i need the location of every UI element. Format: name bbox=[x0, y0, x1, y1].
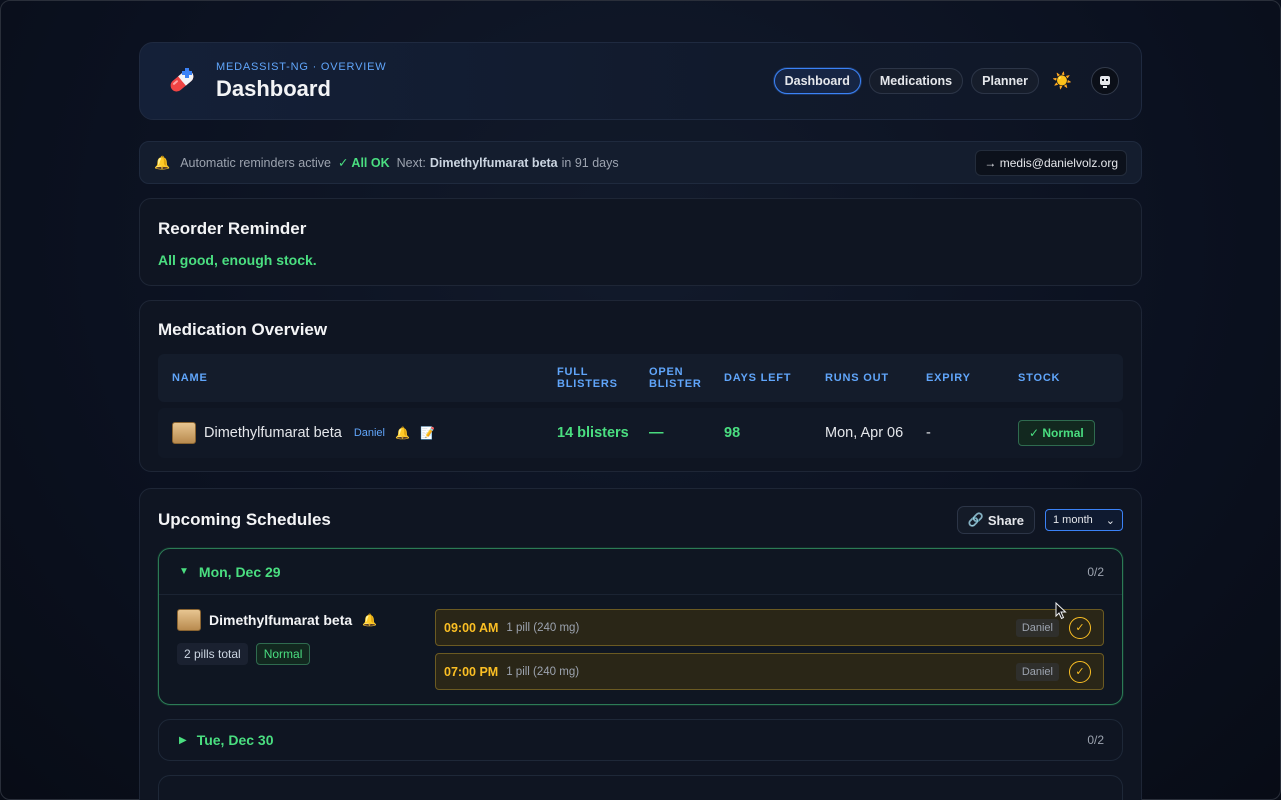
page-title: Dashboard bbox=[216, 75, 331, 101]
pill-pack-icon bbox=[177, 609, 201, 631]
sun-icon: ☀️ bbox=[1052, 73, 1072, 90]
reorder-message: All good, enough stock. bbox=[158, 252, 317, 268]
caret-right-icon: ▶ bbox=[179, 734, 187, 746]
nav-dashboard[interactable]: Dashboard bbox=[773, 68, 861, 94]
col-expiry: EXPIRY bbox=[926, 372, 971, 384]
next-label: Next: bbox=[396, 155, 426, 170]
edit-icon[interactable]: 📝 bbox=[420, 426, 435, 440]
col-stock: STOCK bbox=[1018, 372, 1061, 384]
col-runs-out: RUNS OUT bbox=[825, 372, 889, 384]
col-days-left: DAYS LEFT bbox=[724, 372, 792, 384]
schedule-med-name: Dimethylfumarat beta bbox=[209, 612, 353, 628]
col-name: NAME bbox=[172, 372, 208, 384]
upcoming-schedules-card: Upcoming Schedules 🔗 Share 1 month ⌄ ▼ M… bbox=[139, 488, 1142, 800]
reorder-title: Reorder Reminder bbox=[158, 219, 307, 238]
range-value: 1 month bbox=[1053, 514, 1093, 526]
reminder-label: Automatic reminders active bbox=[180, 155, 331, 170]
day-header-collapsed[interactable]: ▶ Tue, Dec 30 0/2 bbox=[158, 719, 1123, 761]
nav-planner[interactable]: Planner bbox=[971, 68, 1039, 94]
stock-badge: ✓ Normal bbox=[1018, 420, 1095, 446]
schedules-title: Upcoming Schedules bbox=[158, 510, 331, 529]
link-icon: 🔗 bbox=[967, 512, 984, 527]
check-circle-icon[interactable]: ✓ bbox=[1069, 660, 1091, 683]
app-header: MEDASSIST-NG · OVERVIEW Dashboard Dashbo… bbox=[139, 42, 1142, 120]
full-blisters-value: 14 blisters bbox=[557, 425, 629, 441]
pill-icon bbox=[162, 61, 202, 101]
status-badge: Normal bbox=[255, 643, 311, 665]
dose-person: Daniel bbox=[1015, 618, 1059, 637]
robot-avatar-icon[interactable] bbox=[1091, 67, 1119, 95]
day-count: 0/2 bbox=[1087, 564, 1104, 579]
bell-icon: 🔔 bbox=[362, 613, 378, 627]
open-blister-value: — bbox=[649, 425, 664, 441]
range-select[interactable]: 1 month ⌄ bbox=[1045, 509, 1123, 531]
expiry-value: - bbox=[926, 425, 931, 441]
email-chip[interactable]: → medis@danielvolz.org bbox=[975, 149, 1127, 176]
day-count: 0/2 bbox=[1087, 733, 1104, 747]
dose-person: Daniel bbox=[1015, 662, 1059, 681]
next-when: in 91 days bbox=[561, 155, 619, 170]
col-open-blister: OPEN BLISTER bbox=[649, 366, 702, 390]
main-nav: Dashboard Medications Planner ☀️ bbox=[773, 66, 1119, 96]
bell-icon: 🔔 bbox=[154, 154, 171, 170]
dose-time: 07:00 PM bbox=[444, 664, 499, 679]
reminder-status-bar: 🔔 Automatic reminders active ✓ All OK Ne… bbox=[139, 141, 1142, 184]
overview-title: Medication Overview bbox=[158, 320, 328, 339]
dose-item[interactable]: 07:00 PM 1 pill (240 mg) Daniel ✓ bbox=[435, 653, 1104, 690]
next-med-name: Dimethylfumarat beta bbox=[429, 155, 558, 170]
owner-label: Daniel bbox=[353, 427, 385, 439]
check-circle-icon[interactable]: ✓ bbox=[1069, 616, 1091, 639]
dose-detail: 1 pill (240 mg) bbox=[506, 665, 580, 678]
reorder-card: Reorder Reminder All good, enough stock. bbox=[139, 198, 1142, 286]
chevron-down-icon: ⌄ bbox=[1105, 514, 1115, 527]
med-name[interactable]: Dimethylfumarat beta bbox=[204, 425, 342, 441]
runs-out-value: Mon, Apr 06 bbox=[825, 425, 904, 441]
mouse-cursor-icon bbox=[1055, 602, 1067, 620]
share-label: Share bbox=[987, 512, 1024, 528]
caret-down-icon: ▼ bbox=[179, 566, 189, 577]
dose-detail: 1 pill (240 mg) bbox=[506, 621, 580, 634]
day-group: ▼ Mon, Dec 29 0/2 Dimethylfumarat beta 🔔… bbox=[158, 548, 1123, 705]
dose-item[interactable]: 09:00 AM 1 pill (240 mg) Daniel ✓ bbox=[435, 609, 1104, 646]
table-row[interactable]: Dimethylfumarat beta Daniel 🔔 📝 14 blist… bbox=[158, 408, 1123, 458]
pills-total-tag: 2 pills total bbox=[177, 643, 248, 665]
table-header: NAME FULL BLISTERS OPEN BLISTER DAYS LEF… bbox=[158, 354, 1123, 402]
pill-pack-icon bbox=[172, 422, 196, 444]
day-title: Tue, Dec 30 bbox=[196, 732, 274, 748]
col-full-blisters: FULL BLISTERS bbox=[557, 366, 618, 390]
share-button[interactable]: 🔗 Share bbox=[956, 506, 1035, 534]
reminder-status: ✓ All OK bbox=[337, 156, 390, 170]
theme-toggle-button[interactable]: ☀️ bbox=[1047, 66, 1077, 96]
days-left-value: 98 bbox=[724, 425, 741, 441]
dose-time: 09:00 AM bbox=[444, 620, 499, 635]
nav-medications[interactable]: Medications bbox=[868, 68, 964, 94]
day-header[interactable]: ▼ Mon, Dec 29 0/2 bbox=[159, 549, 1122, 595]
app-kicker: MEDASSIST-NG · OVERVIEW bbox=[216, 60, 387, 73]
day-title: Mon, Dec 29 bbox=[198, 563, 281, 580]
medication-overview-card: Medication Overview NAME FULL BLISTERS O… bbox=[139, 300, 1142, 472]
day-header-partial[interactable] bbox=[158, 775, 1123, 800]
bell-icon: 🔔 bbox=[395, 426, 410, 440]
